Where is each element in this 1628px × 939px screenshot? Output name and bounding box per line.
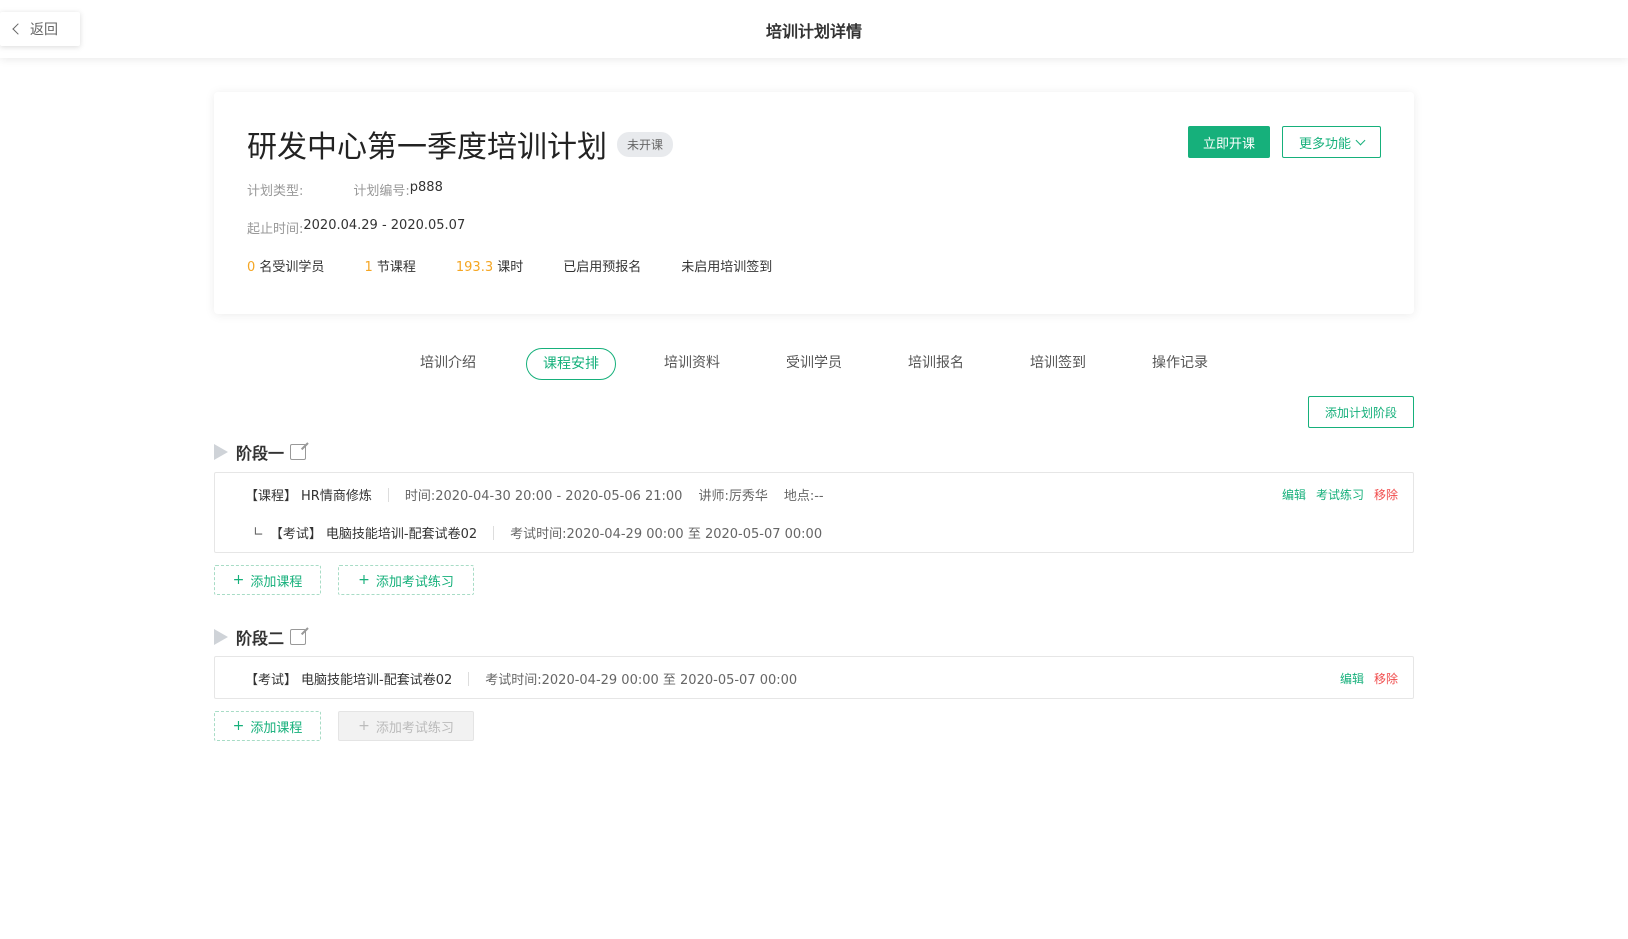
tab-trainees[interactable]: 受训学员 — [779, 348, 849, 380]
add-exam-button-disabled: + 添加考试练习 — [338, 711, 474, 741]
tab-bar: 培训介绍 课程安排 培训资料 受训学员 培训报名 培训签到 操作记录 — [0, 348, 1628, 380]
plan-type-label: 计划类型: — [247, 184, 304, 199]
item-time: 考试时间:2020-04-29 00:00 至 2020-05-07 00:00 — [510, 527, 823, 542]
plan-period-row: 起止时间: 2020.04.29 - 2020.05.07 — [247, 218, 465, 237]
tab-logs[interactable]: 操作记录 — [1145, 348, 1215, 380]
edit-link[interactable]: 编辑 — [1282, 486, 1306, 503]
exam-practice-link[interactable]: 考试练习 — [1316, 486, 1364, 503]
plan-stats-row: 0 名受训学员 1 节课程 193.3 课时 已启用预报名 未启用培训签到 — [247, 256, 812, 275]
plus-icon: + — [232, 718, 245, 734]
edit-icon[interactable] — [290, 444, 307, 460]
chevron-down-icon — [1355, 135, 1366, 145]
list-item: 【课程】 HR情商修炼 时间:2020-04-30 20:00 - 2020-0… — [245, 485, 824, 504]
item-actions: 编辑 移除 — [1330, 670, 1398, 687]
add-course-button[interactable]: + 添加课程 — [214, 711, 321, 741]
tab-checkin[interactable]: 培训签到 — [1023, 348, 1093, 380]
item-tag: 【课程】 — [245, 489, 298, 504]
top-bar: 返回 培训计划详情 — [0, 0, 1628, 58]
tab-signup[interactable]: 培训报名 — [901, 348, 971, 380]
plan-title: 研发中心第一季度培训计划 — [247, 130, 607, 165]
plan-code-label: 计划编号: — [353, 184, 410, 199]
sub-item-mark: ∟ — [253, 525, 264, 540]
edit-icon[interactable] — [290, 629, 307, 645]
status-badge: 未开课 — [617, 131, 674, 157]
stage-name: 阶段二 — [236, 629, 285, 648]
list-item: ∟ 【考试】 电脑技能培训-配套试卷02 考试时间:2020-04-29 00:… — [253, 523, 822, 542]
add-course-button[interactable]: + 添加课程 — [214, 565, 321, 595]
item-tag: 【考试】 — [269, 527, 322, 542]
add-stage-button[interactable]: 添加计划阶段 — [1308, 396, 1414, 428]
tab-schedule[interactable]: 课程安排 — [526, 348, 616, 380]
plus-icon: + — [232, 572, 245, 588]
item-location: 地点:-- — [783, 489, 824, 504]
plan-period-value: 2020.04.29 - 2020.05.07 — [303, 218, 466, 233]
edit-link[interactable]: 编辑 — [1340, 670, 1364, 687]
plan-summary-card: 研发中心第一季度培训计划 未开课 立即开课 更多功能 计划类型: 计划编号: p… — [214, 92, 1414, 314]
remove-link[interactable]: 移除 — [1374, 486, 1398, 503]
plus-icon: + — [358, 572, 370, 588]
list-item: 【考试】 电脑技能培训-配套试卷02 考试时间:2020-04-29 00:00… — [245, 669, 797, 688]
item-lecturer: 讲师:厉秀华 — [698, 489, 768, 504]
stat-students: 0 名受训学员 — [247, 260, 325, 275]
tab-materials[interactable]: 培训资料 — [657, 348, 727, 380]
plan-meta-row: 计划类型: 计划编号: p888 — [247, 180, 443, 199]
plan-code-value: p888 — [409, 180, 443, 195]
start-course-button[interactable]: 立即开课 — [1188, 126, 1270, 158]
more-functions-button[interactable]: 更多功能 — [1282, 126, 1381, 158]
stage-header: 阶段一 — [214, 440, 307, 464]
stage-items-box: 【课程】 HR情商修炼 时间:2020-04-30 20:00 - 2020-0… — [214, 472, 1414, 553]
add-exam-button[interactable]: + 添加考试练习 — [338, 565, 474, 595]
item-title: HR情商修炼 — [301, 489, 372, 504]
plan-period-label: 起止时间: — [247, 222, 304, 237]
flag-icon — [214, 444, 228, 460]
stage-header: 阶段二 — [214, 625, 307, 649]
item-title: 电脑技能培训-配套试卷02 — [325, 527, 478, 542]
stat-checkin: 未启用培训签到 — [681, 260, 773, 275]
stat-hours: 193.3 课时 — [455, 260, 524, 275]
item-tag: 【考试】 — [245, 673, 298, 688]
item-actions: 编辑 考试练习 移除 — [1272, 486, 1398, 503]
stat-courses: 1 节课程 — [364, 260, 416, 275]
flag-icon — [214, 629, 228, 645]
remove-link[interactable]: 移除 — [1374, 670, 1398, 687]
stage-items-box: 【考试】 电脑技能培训-配套试卷02 考试时间:2020-04-29 00:00… — [214, 656, 1414, 699]
page-title: 培训计划详情 — [765, 22, 862, 41]
item-time: 考试时间:2020-04-29 00:00 至 2020-05-07 00:00 — [485, 673, 798, 688]
tab-intro[interactable]: 培训介绍 — [413, 348, 483, 380]
stat-pre-signup: 已启用预报名 — [563, 260, 642, 275]
stage-name: 阶段一 — [236, 444, 285, 463]
plan-title-row: 研发中心第一季度培训计划 未开课 — [247, 122, 674, 166]
plus-icon: + — [358, 718, 370, 734]
item-time: 时间:2020-04-30 20:00 - 2020-05-06 21:00 — [404, 489, 683, 504]
item-title: 电脑技能培训-配套试卷02 — [301, 673, 453, 688]
more-functions-label: 更多功能 — [1298, 136, 1351, 152]
